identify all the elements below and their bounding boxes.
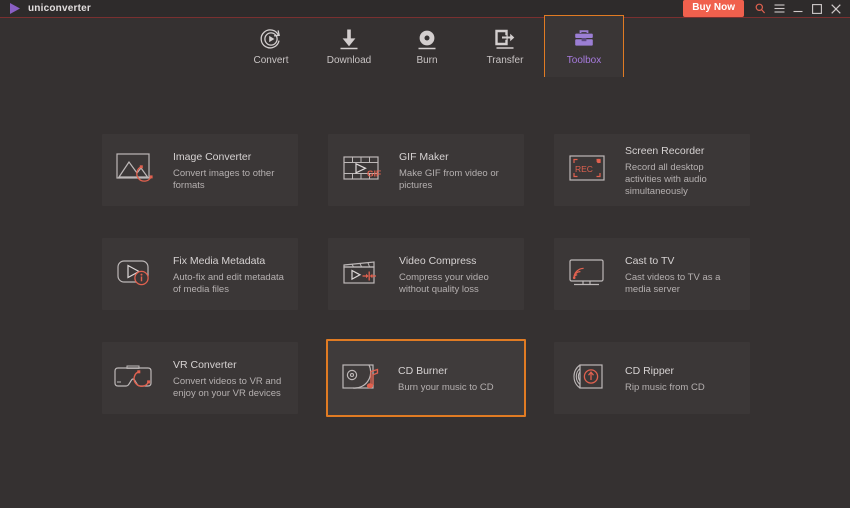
card-gif-maker[interactable]: GIF GIF Maker Make GIF from video or pic… [328,134,524,206]
card-desc: Rip music from CD [625,381,705,393]
card-desc: Convert images to other formats [173,167,275,191]
nav-item-transfer[interactable]: Transfer [466,18,544,75]
card-title: Video Compress [399,254,477,267]
card-title: Fix Media Metadata [173,254,266,267]
nav-label: Transfer [486,54,524,66]
title-bar: uniconverter Buy Now [0,0,850,18]
card-text: Cast to TV Cast videos to TV as a media … [625,253,741,296]
card-cd-burner[interactable]: CD Burner Burn your music to CD [326,339,526,417]
card-text: GIF Maker Make GIF from video or picture… [399,149,515,192]
menu-icon[interactable] [771,0,787,18]
main-nav: Convert Download Burn Transfer Toolbox [0,15,850,95]
toolbox-content: Image Converter Convert images to other … [0,77,850,508]
maximize-icon[interactable] [809,0,825,18]
toolbox-card-grid: Image Converter Convert images to other … [102,134,750,417]
toolbox-icon [572,27,596,51]
nav-item-download[interactable]: Download [310,18,388,75]
convert-icon [259,27,283,51]
card-title: GIF Maker [399,150,449,163]
cast-to-tv-icon [563,251,619,297]
gif-maker-icon: GIF [337,147,393,193]
nav-item-toolbox[interactable]: Toolbox [544,15,624,78]
card-text: Video Compress Compress your video witho… [399,253,515,296]
svg-text:GIF: GIF [367,169,381,179]
brand-name: uniconverter [28,3,91,14]
cd-burner-icon [336,355,392,401]
image-converter-icon [111,147,167,193]
card-title: VR Converter [173,358,237,371]
card-text: VR Converter Convert videos to VR and en… [173,357,289,400]
nav-item-convert[interactable]: Convert [232,18,310,75]
card-desc: Auto-fix and edit metadata of media file… [173,271,284,295]
card-text: Fix Media Metadata Auto-fix and edit met… [173,253,289,296]
nav-item-burn[interactable]: Burn [388,18,466,75]
card-text: Image Converter Convert images to other … [173,149,289,192]
card-fix-media-metadata[interactable]: Fix Media Metadata Auto-fix and edit met… [102,238,298,310]
card-text: CD Ripper Rip music from CD [625,363,705,394]
card-desc: Make GIF from video or pictures [399,167,499,191]
card-text: CD Burner Burn your music to CD [398,363,494,394]
card-desc: Burn your music to CD [398,381,494,393]
card-screen-recorder[interactable]: REC Screen Recorder Record all desktop a… [554,134,750,206]
nav-items: Convert Download Burn Transfer Toolbox [232,15,624,78]
close-icon[interactable] [828,0,844,18]
card-desc: Record all desktop activities with audio… [625,161,707,197]
card-title: CD Burner [398,364,448,377]
uniconverter-window: uniconverter Buy Now Convert Download Bu… [0,0,850,508]
card-vr-converter[interactable]: VR Converter Convert videos to VR and en… [102,342,298,414]
window-controls: Buy Now [683,0,850,18]
fix-metadata-icon [111,251,167,297]
download-icon [337,27,361,51]
card-image-converter[interactable]: Image Converter Convert images to other … [102,134,298,206]
card-cast-to-tv[interactable]: Cast to TV Cast videos to TV as a media … [554,238,750,310]
card-desc: Convert videos to VR and enjoy on your V… [173,375,282,399]
card-desc: Cast videos to TV as a media server [625,271,721,295]
card-title: Image Converter [173,150,252,163]
card-video-compress[interactable]: Video Compress Compress your video witho… [328,238,524,310]
screen-recorder-icon: REC [563,147,619,193]
play-triangle-logo-icon [8,2,22,15]
nav-label: Convert [253,54,289,66]
svg-text:REC: REC [575,164,593,174]
cd-ripper-icon [563,355,619,401]
search-icon[interactable] [752,0,768,18]
nav-label: Download [326,54,372,66]
nav-label: Toolbox [566,54,602,66]
card-cd-ripper[interactable]: CD Ripper Rip music from CD [554,342,750,414]
brand: uniconverter [0,2,91,15]
burn-icon [418,30,436,49]
minimize-icon[interactable] [790,0,806,18]
buy-now-button[interactable]: Buy Now [683,0,744,17]
video-compress-icon [337,251,393,297]
card-title: Cast to TV [625,254,675,267]
card-desc: Compress your video without quality loss [399,271,489,295]
transfer-icon [493,27,517,51]
vr-converter-icon [111,355,167,401]
card-title: Screen Recorder [625,144,705,157]
card-title: CD Ripper [625,364,675,377]
card-text: Screen Recorder Record all desktop activ… [625,143,741,198]
nav-label: Burn [416,54,438,66]
